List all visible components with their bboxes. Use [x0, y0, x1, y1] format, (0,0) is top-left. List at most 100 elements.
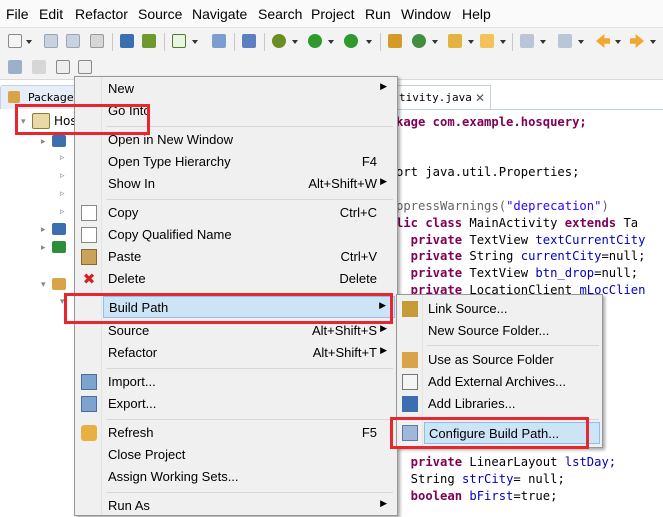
chevron-down-icon[interactable] [432, 40, 438, 44]
menu-item-assign-working-sets[interactable]: Assign Working Sets... [103, 466, 395, 488]
code-line: kage com.example.hosquery; [396, 114, 587, 130]
code-token: ort java.util.Properties; [396, 165, 580, 180]
run-icon[interactable] [308, 34, 322, 48]
submenu-arrow-icon: ▶ [380, 323, 387, 333]
menu-item-open-type-hierarchy[interactable]: Open Type Hierarchy F4 [103, 151, 395, 173]
tree-expand-icon[interactable]: ▸ [41, 243, 46, 253]
menu-item-label: Source [108, 323, 150, 338]
shortcut: Delete [339, 271, 377, 286]
menu-item-show-in[interactable]: Show In Alt+Shift+W ▶ [103, 173, 395, 195]
submenu-item-use-as-source-folder[interactable]: Use as Source Folder [424, 349, 600, 371]
submenu-item-add-external-archives[interactable]: Add External Archives... [424, 371, 600, 393]
menu-search[interactable]: Search [258, 6, 302, 22]
pencil-icon[interactable] [480, 34, 494, 48]
menu-run[interactable]: Run [365, 6, 391, 22]
toolbar-separator [234, 33, 235, 51]
menu-item-refactor[interactable]: Refactor Alt+Shift+T ▶ [103, 342, 395, 364]
show-whitespace-icon[interactable] [78, 60, 92, 74]
chevron-down-icon[interactable] [578, 40, 584, 44]
link-source-icon [402, 301, 418, 317]
library-icon [52, 135, 66, 147]
library-icon [52, 241, 66, 253]
chevron-down-icon[interactable] [500, 40, 506, 44]
close-icon[interactable]: ✕ [475, 91, 485, 105]
download-icon[interactable] [120, 34, 134, 48]
menu-item-delete[interactable]: Delete Delete [103, 268, 395, 290]
android-sdk-icon[interactable] [142, 34, 156, 48]
submenu-item-add-libraries[interactable]: Add Libraries... [424, 393, 600, 415]
menu-item-refresh[interactable]: Refresh F5 [103, 422, 395, 444]
code-token: MainActivity [469, 215, 565, 230]
shortcut: F5 [361, 425, 377, 440]
menu-item-run-as[interactable]: Run As ▶ [103, 495, 395, 517]
code-line: String strCity= null; [396, 471, 565, 487]
chevron-down-icon[interactable] [26, 40, 32, 44]
code-token: private [396, 455, 470, 469]
tree-expand-icon[interactable]: ▾ [41, 280, 46, 290]
tree-expand-icon[interactable]: ▸ [41, 225, 46, 235]
chevron-down-icon[interactable] [292, 40, 298, 44]
menu-source[interactable]: Source [138, 6, 182, 22]
submenu-item-label: New Source Folder... [428, 323, 550, 338]
chevron-down-icon[interactable] [540, 40, 546, 44]
forward-icon[interactable] [630, 34, 644, 48]
new-class-icon[interactable] [412, 34, 426, 48]
chevron-down-icon[interactable] [615, 40, 621, 44]
toolbar-separator [164, 33, 165, 51]
menu-item-export[interactable]: Export... [103, 393, 395, 415]
open-folder-icon[interactable] [448, 34, 462, 48]
submenu-item-link-source[interactable]: Link Source... [424, 298, 600, 320]
menu-item-label: Copy Qualified Name [108, 227, 232, 242]
menu-item-new[interactable]: New ▶ [103, 78, 395, 100]
menu-refactor[interactable]: Refactor [75, 6, 128, 22]
editor-tab-mainactivity[interactable]: tivity.java ✕ [396, 85, 491, 109]
tree-expand-icon[interactable]: ▸ [41, 137, 46, 147]
code-token: private [396, 249, 470, 264]
tree-expand-icon[interactable]: ▹ [60, 153, 65, 163]
chevron-down-icon[interactable] [328, 40, 334, 44]
annotation-box-project [15, 104, 150, 135]
tree-expand-icon[interactable]: ▹ [60, 189, 65, 199]
debug-icon[interactable] [272, 34, 286, 48]
save-all-icon[interactable] [66, 34, 80, 48]
save-icon[interactable] [44, 34, 58, 48]
menu-window[interactable]: Window [401, 6, 451, 22]
delete-icon: ✖ [82, 270, 96, 288]
menu-item-paste[interactable]: Paste Ctrl+V [103, 246, 395, 268]
menu-navigate[interactable]: Navigate [192, 6, 247, 22]
prev-annotation-icon[interactable] [558, 34, 572, 48]
tree-expand-icon[interactable]: ▹ [60, 171, 65, 181]
run-external-icon[interactable] [344, 34, 358, 48]
submenu-item-label: Use as Source Folder [428, 352, 554, 367]
toggle-mark-icon[interactable] [8, 60, 22, 74]
block-selection-icon[interactable] [56, 60, 70, 74]
chevron-down-icon[interactable] [468, 40, 474, 44]
lint-icon[interactable] [212, 34, 226, 48]
code-token: = null; [513, 471, 565, 486]
print-icon[interactable] [90, 34, 104, 48]
menu-edit[interactable]: Edit [39, 6, 63, 22]
new-icon[interactable] [8, 34, 22, 48]
menu-separator [106, 368, 393, 369]
code-token: Ta [623, 215, 639, 230]
highlight-icon[interactable] [32, 60, 46, 74]
menu-item-import[interactable]: Import... [103, 371, 395, 393]
menu-file[interactable]: File [6, 6, 29, 22]
menu-item-copy-qualified-name[interactable]: Copy Qualified Name [103, 224, 395, 246]
menu-item-copy[interactable]: Copy Ctrl+C [103, 202, 395, 224]
checkbox-icon[interactable] [172, 34, 186, 48]
chevron-down-icon[interactable] [366, 40, 372, 44]
menu-help[interactable]: Help [462, 6, 491, 22]
chevron-down-icon[interactable] [192, 40, 198, 44]
menu-project[interactable]: Project [311, 6, 355, 22]
chevron-down-icon[interactable] [650, 40, 656, 44]
back-icon[interactable] [596, 34, 610, 48]
submenu-item-new-source-folder[interactable]: New Source Folder... [424, 320, 600, 342]
menu-item-close-project[interactable]: Close Project [103, 444, 395, 466]
new-package-icon[interactable] [388, 34, 402, 48]
pin-icon[interactable] [242, 34, 256, 48]
next-annotation-icon[interactable] [520, 34, 534, 48]
tree-expand-icon[interactable]: ▹ [60, 207, 65, 217]
submenu-item-label: Add Libraries... [428, 396, 516, 411]
export-icon [81, 396, 97, 412]
